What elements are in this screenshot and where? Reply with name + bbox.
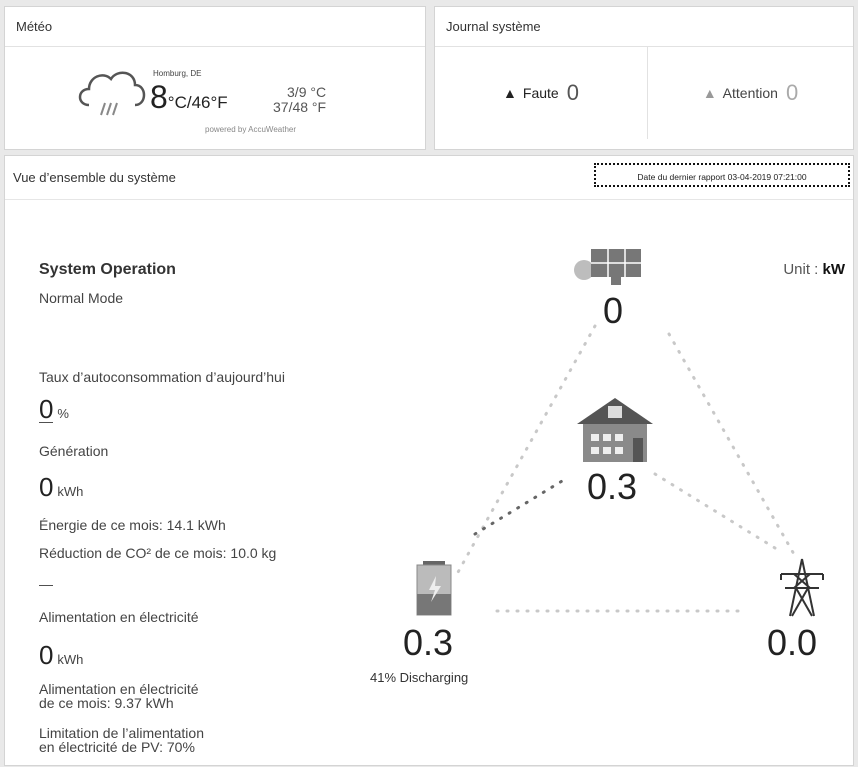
battery-power-value: 0.3 xyxy=(403,622,454,663)
battery-status: 41% Discharging xyxy=(370,670,469,685)
system-operation-title: System Operation xyxy=(39,261,176,278)
co2-this-month: Réduction de CO² de ce mois: 10.0 kg xyxy=(39,545,277,561)
feed-in-value: 0 kWh xyxy=(39,640,83,671)
battery-icon xyxy=(416,561,452,616)
unit-indicator: Unit : kW xyxy=(783,261,845,278)
journal-card: Journal système ▲ Faute 0 ▲ Attention 0 xyxy=(434,6,854,150)
weather-powered-by: powered by AccuWeather xyxy=(205,125,297,134)
separator-dash: — xyxy=(39,413,53,429)
generation-label: Génération xyxy=(39,443,109,459)
weather-body: Homburg, DE 8°C/46°F 3/9 °C 37/48 °F pow… xyxy=(5,47,425,149)
feed-in-month: Alimentation en électricité de ce mois: … xyxy=(39,682,199,710)
generation-unit: kWh xyxy=(57,484,84,499)
warning-counter[interactable]: ▲ Attention 0 xyxy=(648,47,853,139)
house-icon xyxy=(577,398,653,462)
fault-label: Faute xyxy=(522,85,559,101)
self-consumption-unit: % xyxy=(57,406,69,421)
temp-value: 8 xyxy=(150,79,168,115)
power-tower-icon xyxy=(780,558,824,617)
warning-label: Attention xyxy=(722,85,778,101)
generation-number: 0 xyxy=(39,472,54,502)
home-to-grid-line xyxy=(653,472,777,550)
journal-title: Journal système xyxy=(435,7,853,47)
grid-power-value: 0.0 xyxy=(767,622,818,663)
feed-in-number: 0 xyxy=(39,640,54,670)
generation-value: 0 kWh xyxy=(39,472,83,503)
unit-value: kW xyxy=(822,261,846,278)
range-fahrenheit: 37/48 °F xyxy=(273,99,327,115)
weather-current-temp: 8°C/46°F xyxy=(150,81,228,113)
pv-limitation-line2: en électricité de PV: 70% xyxy=(39,739,195,755)
warning-count: 0 xyxy=(785,80,799,105)
rain-cloud-icon xyxy=(78,71,146,116)
feed-in-label: Alimentation en électricité xyxy=(39,609,199,625)
warning-triangle-icon: ▲ xyxy=(702,85,717,101)
range-celsius: 3/9 °C xyxy=(287,84,327,100)
separator-dash: — xyxy=(39,576,53,592)
solar-panel-icon xyxy=(574,249,641,285)
feed-in-month-line1: Alimentation en électricité xyxy=(39,681,199,697)
battery-to-home-line xyxy=(473,476,569,536)
self-consumption-label: Taux d’autoconsommation d’aujourd’hui xyxy=(39,369,285,385)
warning-triangle-icon: ▲ xyxy=(503,85,517,101)
weather-city: Homburg, DE xyxy=(153,69,202,78)
fault-count: 0 xyxy=(566,80,579,105)
home-power-value: 0.3 xyxy=(587,466,638,507)
pv-limitation: Limitation de l’alimentation en électric… xyxy=(39,726,204,754)
feed-in-month-line2: de ce mois: 9.37 kWh xyxy=(39,695,174,711)
system-mode: Normal Mode xyxy=(39,290,124,306)
fault-counter[interactable]: ▲ Faute 0 xyxy=(435,47,648,139)
journal-body: ▲ Faute 0 ▲ Attention 0 xyxy=(435,47,853,149)
weather-range: 3/9 °C 37/48 °F xyxy=(273,85,326,115)
weather-card: Météo Homburg, DE 8°C/46°F 3/9 °C 37/48 … xyxy=(4,6,426,150)
pv-limitation-line1: Limitation de l’alimentation xyxy=(39,725,204,741)
unit-label: Unit : xyxy=(783,261,819,278)
pv-power-value: 0 xyxy=(603,290,624,331)
temp-unit: °C/46°F xyxy=(167,93,228,112)
pv-to-battery-line xyxy=(455,324,597,576)
system-overview-card: Vue d’ensemble du système Date du dernie… xyxy=(4,155,854,766)
energy-this-month: Énergie de ce mois: 14.1 kWh xyxy=(39,517,226,533)
feed-in-unit: kWh xyxy=(57,652,84,667)
weather-title: Météo xyxy=(5,7,425,47)
